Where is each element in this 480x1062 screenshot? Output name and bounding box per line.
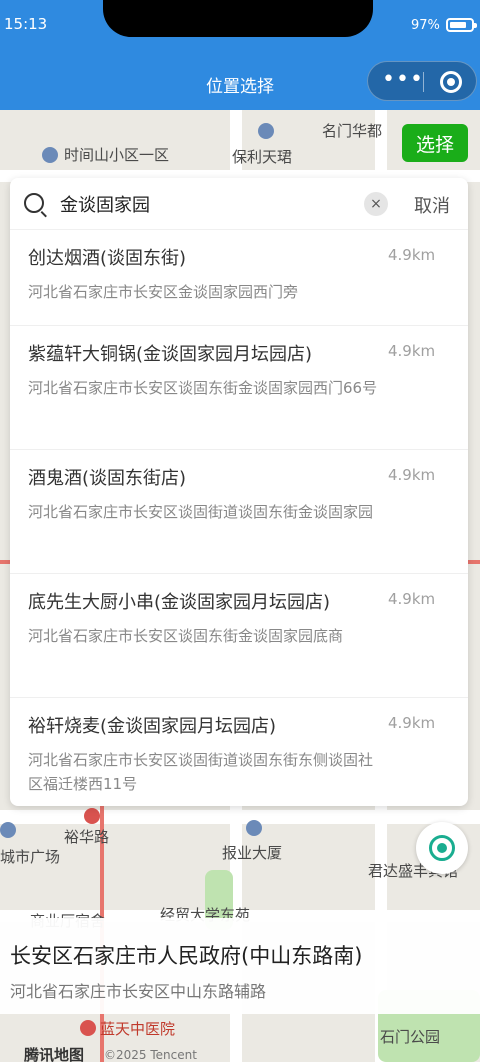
map-label: 蓝天中医院 xyxy=(100,1020,176,1038)
result-address: 河北省石家庄市长安区谈固东街金谈固家园底商 xyxy=(28,627,344,645)
result-name: 酒鬼酒(谈固东街店) xyxy=(28,468,187,489)
result-name: 紫蕴轩大铜锅(金谈固家园月坛园店) xyxy=(28,344,313,365)
result-address: 河北省石家庄市长安区谈固街道谈固东街东侧谈固社区福迁楼西11号 xyxy=(28,751,374,793)
hospital-icon xyxy=(80,1020,96,1036)
map-copyright: ©2025 Tencent xyxy=(104,1048,197,1062)
result-address: 河北省石家庄市长安区金谈固家园西门旁 xyxy=(28,283,299,301)
result-name: 创达烟酒(谈固东街) xyxy=(28,248,187,269)
search-input[interactable] xyxy=(60,190,350,218)
poi-icon xyxy=(42,147,58,163)
locate-button[interactable] xyxy=(416,822,468,874)
poi-icon xyxy=(84,808,100,824)
result-name: 底先生大厨小串(金谈固家园月坛园店) xyxy=(28,592,331,613)
miniprogram-capsule: ••• xyxy=(367,61,477,101)
result-item[interactable]: 紫蕴轩大铜锅(金谈固家园月坛园店) 4.9km 河北省石家庄市长安区谈固东街金谈… xyxy=(10,326,468,450)
battery-icon xyxy=(446,18,477,32)
poi-icon xyxy=(0,822,16,838)
poi-icon xyxy=(246,820,262,836)
status-time: 15:13 xyxy=(4,15,48,33)
map-label: 报业大厦 xyxy=(222,844,283,862)
result-item[interactable]: 酒鬼酒(谈固东街店) 4.9km 河北省石家庄市长安区谈固街道谈固东街金谈固家园 xyxy=(10,450,468,574)
battery-percentage: 97% xyxy=(411,18,440,33)
result-item[interactable]: 底先生大厨小串(金谈固家园月坛园店) 4.9km 河北省石家庄市长安区谈固东街金… xyxy=(10,574,468,698)
result-name: 裕轩烧麦(金谈固家园月坛园店) xyxy=(28,716,277,737)
top-bar: 15:13 97% 位置选择 ••• xyxy=(0,0,480,110)
clear-icon[interactable]: × xyxy=(364,192,388,216)
result-distance: 4.9km xyxy=(388,246,436,264)
search-bar: × 取消 xyxy=(10,178,468,230)
result-item[interactable]: 创达烟酒(谈固东街) 4.9km 河北省石家庄市长安区金谈固家园西门旁 xyxy=(10,230,468,326)
device-notch xyxy=(103,0,373,37)
poi-icon xyxy=(258,123,274,139)
select-button[interactable]: 选择 xyxy=(402,124,468,162)
map-label: 保利天珺 xyxy=(232,148,293,166)
map-label: 城市广场 xyxy=(0,848,61,866)
map-label: 裕华路 xyxy=(64,828,110,846)
selected-location-address: 河北省石家庄市长安区中山东路辅路 xyxy=(10,982,267,1001)
locate-icon-dot xyxy=(437,843,447,853)
result-address: 河北省石家庄市长安区谈固东街金谈固家园西门66号 xyxy=(28,379,378,397)
search-icon xyxy=(24,193,44,213)
map-logo: 腾讯地图 xyxy=(24,1046,85,1062)
search-panel: × 取消 创达烟酒(谈固东街) 4.9km 河北省石家庄市长安区金谈固家园西门旁… xyxy=(10,178,468,806)
close-target-icon[interactable] xyxy=(440,71,462,93)
result-distance: 4.9km xyxy=(388,342,436,360)
capsule-divider xyxy=(423,72,424,92)
result-item[interactable]: 裕轩烧麦(金谈固家园月坛园店) 4.9km 河北省石家庄市长安区谈固街道谈固东街… xyxy=(10,698,468,806)
result-distance: 4.9km xyxy=(388,714,436,732)
result-distance: 4.9km xyxy=(388,466,436,484)
selected-location-card[interactable]: 长安区石家庄市人民政府(中山东路南) 河北省石家庄市长安区中山东路辅路 xyxy=(0,918,480,1014)
map-label: 名门华都 xyxy=(322,122,383,140)
more-icon[interactable]: ••• xyxy=(382,69,424,91)
map-label: 时间山小区一区 xyxy=(64,146,170,164)
result-distance: 4.9km xyxy=(388,590,436,608)
result-address: 河北省石家庄市长安区谈固街道谈固东街金谈固家园 xyxy=(28,503,374,521)
cancel-button[interactable]: 取消 xyxy=(414,192,450,218)
map-label: 石门公园 xyxy=(380,1028,441,1046)
selected-location-title: 长安区石家庄市人民政府(中山东路南) xyxy=(10,944,363,968)
